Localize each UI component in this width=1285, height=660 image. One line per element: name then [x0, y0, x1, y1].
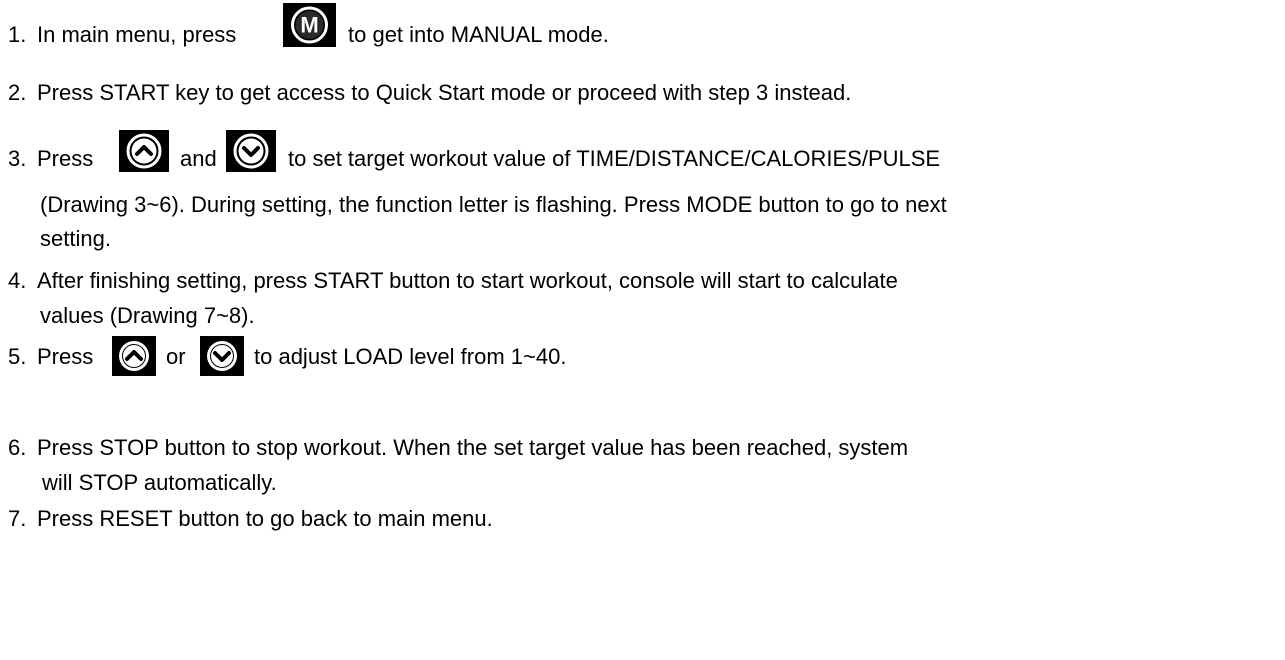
m-button-letter: M [300, 13, 318, 38]
step-6: 6. Press STOP button to stop workout. Whe… [8, 435, 908, 461]
step-text: Press [37, 146, 94, 171]
step-3-middle: and [180, 146, 217, 172]
step-text: values (Drawing 7~8). [40, 303, 255, 328]
step-5: 5. Press [8, 344, 93, 370]
step-3: 3. Press [8, 146, 93, 172]
step-6-continuation: will STOP automatically. [42, 470, 277, 496]
step-text: to get into MANUAL mode. [348, 22, 609, 47]
step-number: 6. [8, 435, 27, 460]
step-text: Press STOP button to stop workout. When … [37, 435, 909, 460]
step-text: or [166, 344, 186, 369]
step-text: setting. [40, 226, 111, 251]
step-text: will STOP automatically. [42, 470, 277, 495]
step-5-middle: or [166, 344, 186, 370]
step-4-continuation: values (Drawing 7~8). [40, 303, 255, 329]
step-text: Press [37, 344, 94, 369]
down-button-icon [226, 130, 276, 172]
up-button-icon [112, 336, 156, 376]
step-text: After finishing setting, press START but… [37, 268, 898, 293]
step-1: 1. In main menu, press [8, 22, 236, 48]
step-text: to set target workout value of TIME/DIST… [288, 146, 941, 171]
step-text: In main menu, press [37, 22, 237, 47]
step-3-tail: to set target workout value of TIME/DIST… [288, 146, 940, 172]
step-text: and [180, 146, 217, 171]
step-1-tail: to get into MANUAL mode. [348, 22, 609, 48]
step-text: (Drawing 3~6). During setting, the funct… [40, 192, 947, 217]
step-number: 4. [8, 268, 27, 293]
step-3-continuation-2: setting. [40, 226, 111, 252]
step-number: 3. [8, 146, 27, 171]
step-text: to adjust LOAD level from 1~40. [254, 344, 567, 369]
step-number: 5. [8, 344, 27, 369]
step-4: 4. After finishing setting, press START b… [8, 268, 898, 294]
step-7: 7. Press RESET button to go back to main … [8, 506, 493, 532]
step-text: Press RESET button to go back to main me… [37, 506, 493, 531]
m-button-icon: M [283, 3, 336, 47]
step-text: Press START key to get access to Quick S… [37, 80, 852, 105]
step-number: 2. [8, 80, 27, 105]
step-5-tail: to adjust LOAD level from 1~40. [254, 344, 566, 370]
up-button-icon [119, 130, 169, 172]
step-3-continuation-1: (Drawing 3~6). During setting, the funct… [40, 192, 947, 218]
down-button-icon [200, 336, 244, 376]
step-number: 1. [8, 22, 27, 47]
step-number: 7. [8, 506, 27, 531]
step-2: 2. Press START key to get access to Quick… [8, 80, 851, 106]
